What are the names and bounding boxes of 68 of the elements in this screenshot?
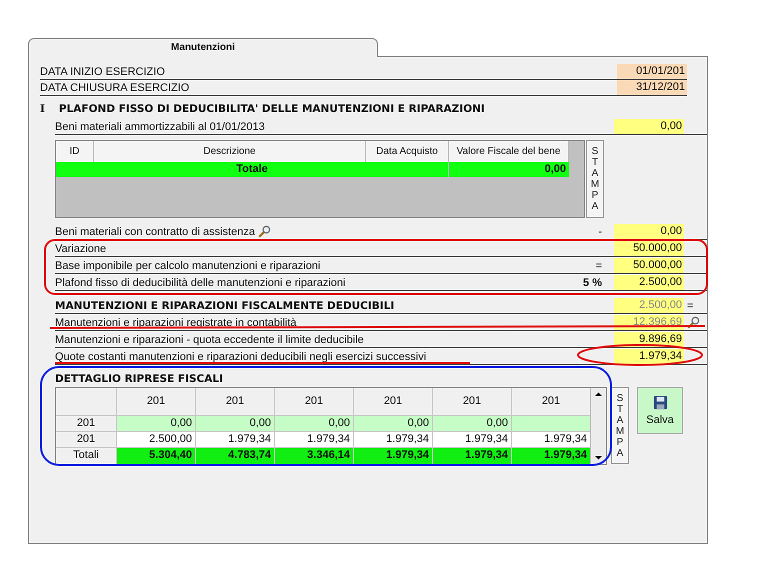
field-label: Beni materiali con contratto di assistenza (55, 226, 255, 238)
table-cell: 1.979,34 (275, 432, 353, 447)
field-label: Manutenzioni e riparazioni registrate in contabilità (55, 316, 297, 328)
save-button[interactable]: Salva (637, 387, 683, 434)
date-field[interactable]: 01/01/201 (617, 64, 687, 79)
table-cell: 1.979,34 (512, 432, 590, 447)
table-cell: 1.979,34 (354, 432, 432, 447)
table-cell: 0,00 (117, 416, 195, 431)
field-label: Base imponibile per calcolo manutenzioni e riparazioni (55, 260, 320, 272)
field-label: Beni materiali ammortizzabili al 01/01/2013 (55, 120, 266, 132)
column-header: Data Acquisto (366, 141, 449, 162)
amount-field[interactable]: 2.500,00 (614, 275, 684, 290)
table-cell: 0,00 (433, 416, 511, 431)
total-label: Totale (56, 162, 449, 177)
column-header: Valore Fiscale del bene (449, 141, 569, 162)
amount-field[interactable]: 0,00 (614, 119, 684, 134)
amount-field[interactable]: 50.000,00 (614, 258, 684, 273)
column-header: 201 (275, 388, 353, 415)
row-header: 201 (56, 432, 116, 447)
field-label: DATA INIZIO ESERCIZIO (40, 66, 166, 78)
operator-label: = (687, 300, 694, 312)
table-cell: 0,00 (354, 416, 432, 431)
section-number: I (40, 103, 45, 115)
table-cell: 3.346,14 (275, 448, 353, 464)
date-field[interactable]: 31/12/201 (617, 80, 687, 95)
total-value: 0,00 (449, 162, 569, 177)
column-header: 201 (117, 388, 195, 415)
scroll-up-icon[interactable] (594, 390, 603, 399)
table-cell: 1.979,34 (196, 432, 274, 447)
scrollbar[interactable] (590, 388, 606, 464)
table-cell: 1.979,34 (433, 432, 511, 447)
table-cell: 0,00 (275, 416, 353, 431)
operator-label: = (596, 260, 602, 272)
table-title: DETTAGLIO RIPRESE FISCALI (55, 373, 224, 385)
print-button[interactable]: STAMPA (586, 140, 604, 218)
column-header: 201 (433, 388, 511, 415)
field-label: Variazione (55, 242, 106, 254)
table-cell: 0,00 (196, 416, 274, 431)
table-cell: 1.979,34 (354, 448, 432, 464)
operator-label: - (598, 226, 602, 238)
amount-field[interactable]: 1.979,34 (614, 349, 684, 364)
print-button[interactable]: STAMPA (611, 387, 629, 464)
section-title: PLAFOND FISSO DI DEDUCIBILITA' DELLE MANUTENZIONI E RIPARAZIONI (58, 103, 485, 115)
table-cell: 1.979,34 (512, 448, 590, 464)
table-cell: 4.783,74 (196, 448, 274, 464)
field-label: Plafond fisso di deducibilità delle manutenzioni e riparazioni (55, 276, 346, 288)
subsection-title: MANUTENZIONI E RIPARAZIONI FISCALMENTE DEDUCIBILI (55, 300, 394, 312)
field-label: Manutenzioni e riparazioni - quota eccedente il limite deducibile (55, 334, 364, 346)
magnifier-icon[interactable] (687, 316, 700, 329)
corner-cell (56, 388, 116, 415)
column-header: Descrizione (94, 141, 366, 162)
field-label: DATA CHIUSURA ESERCIZIO (40, 82, 190, 94)
table-cell: 2.500,00 (117, 432, 195, 447)
field-label: Quote costanti manutenzioni e riparazioni deducibili negli esercizi successivi (55, 350, 426, 362)
table-cell: 1.979,34 (433, 448, 511, 464)
column-header: ID (56, 141, 94, 162)
scroll-down-icon[interactable] (594, 453, 603, 462)
column-header: 201 (512, 388, 590, 415)
column-header: 201 (196, 388, 274, 415)
operator-label: 5 % (583, 276, 602, 288)
column-header: 201 (354, 388, 432, 415)
amount-field[interactable]: 50.000,00 (614, 241, 684, 256)
row-header: Totali (56, 448, 116, 464)
magnifier-icon[interactable] (258, 225, 271, 238)
amount-field[interactable]: 0,00 (614, 224, 684, 239)
table-cell: 5.304,40 (117, 448, 195, 464)
row-header: 201 (56, 416, 116, 431)
tab[interactable]: Manutenzioni (28, 38, 378, 57)
